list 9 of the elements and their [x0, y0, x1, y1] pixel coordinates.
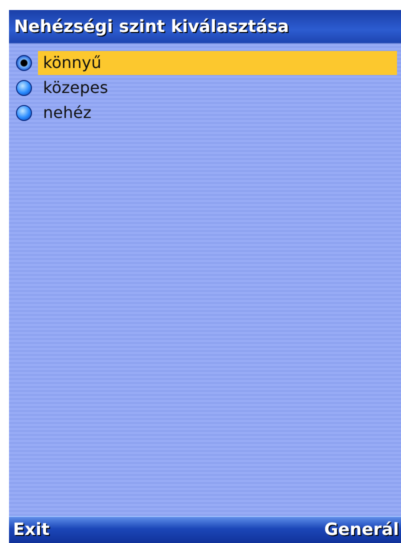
- exit-softkey[interactable]: Exit: [9, 520, 52, 540]
- generate-softkey[interactable]: Generál: [320, 520, 401, 540]
- radio-button[interactable]: [16, 80, 32, 96]
- screen-title: Nehézségi szint kiválasztása: [14, 16, 290, 36]
- option-item[interactable]: könnyű: [38, 50, 397, 74]
- option-item[interactable]: közepes: [38, 76, 397, 100]
- radio-button[interactable]: [16, 54, 32, 70]
- option-item[interactable]: nehéz: [38, 100, 397, 124]
- radio-button[interactable]: [16, 104, 32, 120]
